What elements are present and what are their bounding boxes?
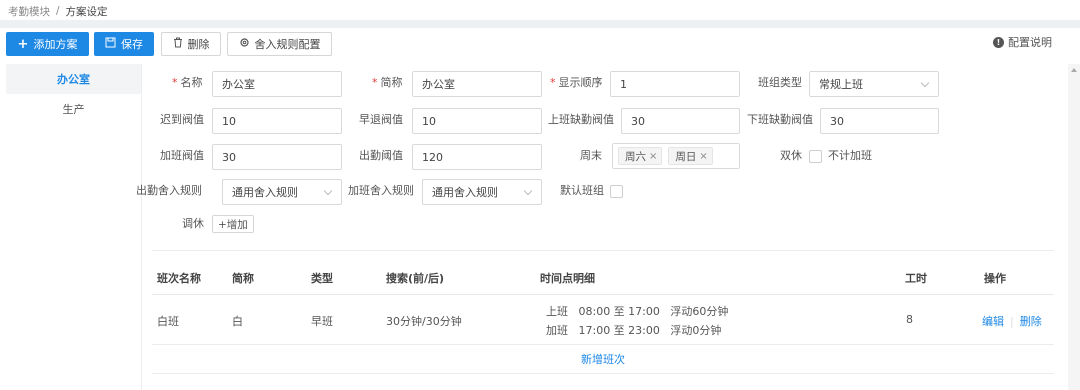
top-band — [0, 20, 1080, 28]
breadcrumb-parent[interactable]: 考勤模块 — [8, 4, 50, 19]
shift-detail-line2: 加班 17:00 至 23:00 浮动0分钟 — [546, 324, 722, 337]
display-order-input[interactable]: 1 — [610, 71, 740, 97]
action-separator: | — [1010, 315, 1014, 328]
short-name-label: * 简称 — [372, 76, 403, 89]
overtime-threshold-input[interactable]: 30 — [212, 144, 342, 170]
chevron-down-icon — [920, 78, 930, 88]
config-help-label: 配置说明 — [1008, 36, 1052, 49]
weekend-select[interactable]: 周六 × 周日 × — [612, 143, 740, 169]
add-plan-label: 添加方案 — [33, 38, 78, 51]
table-header-divider — [152, 294, 1054, 295]
attendance-threshold-label: 出勤阈值 — [359, 149, 403, 162]
chevron-down-icon — [323, 186, 333, 196]
gear-icon — [239, 37, 250, 51]
delete-button[interactable]: 删除 — [161, 32, 221, 56]
attendance-rounding-select[interactable]: 通用舍入规则 — [222, 179, 342, 205]
add-plan-button[interactable]: + 添加方案 — [6, 32, 89, 56]
double-rest-label: 双休 — [780, 149, 802, 162]
close-icon[interactable]: × — [649, 151, 657, 162]
name-label: * 名称 — [172, 76, 203, 89]
display-order-label: * 显示顺序 — [550, 76, 603, 89]
table-header-time-detail: 时间点明细 — [540, 272, 595, 285]
trash-icon — [173, 37, 183, 51]
info-icon: ! — [993, 36, 1004, 48]
chevron-down-icon — [523, 186, 533, 196]
save-button[interactable]: 保存 — [94, 32, 154, 56]
name-input[interactable]: 办公室 — [212, 71, 342, 97]
plan-sidebar: 办公室 生产 — [6, 64, 142, 390]
attendance-rounding-label: 出勤舍入规则 — [136, 184, 202, 197]
sidebar-item-label: 生产 — [62, 103, 85, 116]
rounding-config-label: 舍入规则配置 — [254, 38, 321, 51]
row-actions: 编辑 | 删除 — [982, 313, 1042, 329]
late-threshold-input[interactable]: 10 — [212, 108, 342, 134]
scroll-up-icon[interactable] — [1071, 68, 1077, 72]
late-threshold-label: 迟到阀值 — [160, 113, 204, 126]
breadcrumb-separator: / — [56, 5, 60, 17]
in-absent-threshold-input[interactable]: 30 — [621, 108, 740, 134]
out-absent-threshold-label: 下班缺勤阀值 — [747, 113, 813, 126]
table-header-search: 搜索(前/后) — [386, 272, 445, 285]
out-absent-threshold-input[interactable]: 30 — [820, 108, 939, 134]
default-shift-checkbox[interactable] — [610, 185, 623, 198]
shift-short-cell: 白 — [232, 315, 243, 328]
table-header-hours: 工时 — [905, 272, 927, 285]
row-divider — [152, 344, 1054, 345]
table-header-actions: 操作 — [984, 272, 1006, 285]
breadcrumb: 考勤模块 / 方案设定 — [8, 3, 108, 19]
overtime-threshold-label: 加班阀值 — [160, 149, 204, 162]
early-threshold-label: 早退阀值 — [359, 113, 403, 126]
shift-hours-cell: 8 — [906, 313, 913, 326]
delete-link[interactable]: 删除 — [1020, 315, 1042, 328]
shift-type-label: 班组类型 — [758, 76, 802, 89]
in-absent-threshold-label: 上班缺勤阀值 — [548, 113, 614, 126]
table-header-shift-name: 班次名称 — [157, 272, 201, 285]
sidebar-item-office[interactable]: 办公室 — [6, 64, 141, 94]
add-adjust-rest-button[interactable]: +增加 — [212, 215, 254, 233]
weekend-tag: 周日 × — [668, 147, 713, 165]
table-header-short: 简称 — [232, 272, 254, 285]
sidebar-item-label: 办公室 — [57, 73, 90, 86]
breadcrumb-current: 方案设定 — [65, 5, 108, 18]
default-shift-label: 默认班组 — [560, 184, 604, 197]
short-name-input[interactable]: 办公室 — [412, 71, 542, 97]
scrollbar[interactable] — [1068, 64, 1080, 390]
config-help-link[interactable]: ! 配置说明 — [993, 34, 1052, 50]
early-threshold-input[interactable]: 10 — [412, 108, 542, 134]
rounding-config-button[interactable]: 舍入规则配置 — [227, 32, 332, 56]
shift-detail-line1: 上班 08:00 至 17:00 浮动60分钟 — [546, 305, 729, 318]
sidebar-item-production[interactable]: 生产 — [6, 94, 141, 124]
table-header-type: 类型 — [311, 272, 333, 285]
delete-label: 删除 — [187, 38, 210, 51]
double-rest-checkbox[interactable] — [809, 150, 822, 163]
double-rest-option-label: 不计加班 — [828, 149, 872, 162]
shift-type-cell: 早班 — [311, 315, 333, 328]
add-shift-link[interactable]: 新增班次 — [152, 347, 1054, 371]
attendance-threshold-input[interactable]: 120 — [412, 144, 542, 170]
close-icon[interactable]: × — [699, 151, 707, 162]
shift-name-cell: 白班 — [157, 315, 179, 328]
overtime-rounding-select[interactable]: 通用舍入规则 — [422, 179, 542, 205]
plus-icon: + — [17, 36, 29, 52]
overtime-rounding-label: 加班舍入规则 — [348, 184, 414, 197]
toolbar: + 添加方案 保存 删除 舍入规则配置 ! 配置说明 — [0, 28, 1080, 64]
divider — [152, 250, 1054, 251]
table-bottom-divider — [152, 373, 1054, 374]
weekend-tag: 周六 × — [618, 147, 663, 165]
shift-type-select[interactable]: 常规上班 — [809, 71, 939, 97]
shift-search-cell: 30分钟/30分钟 — [386, 315, 462, 328]
save-label: 保存 — [121, 38, 143, 51]
edit-link[interactable]: 编辑 — [982, 315, 1004, 328]
save-icon — [105, 37, 116, 51]
weekend-label: 周末 — [580, 149, 602, 162]
adjust-rest-label: 调休 — [182, 217, 204, 230]
